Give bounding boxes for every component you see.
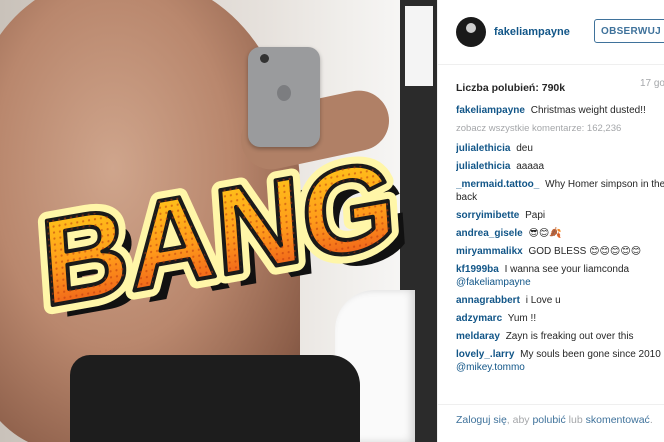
comment-text: deu	[516, 143, 533, 154]
view-all-comments-link[interactable]: zobacz wszystkie komentarze: 162,236	[456, 122, 664, 135]
login-prompt-text: .	[649, 414, 653, 426]
comment-username[interactable]: miryammalikx	[456, 246, 523, 257]
comment-text: My souls been gone since 2010	[520, 349, 661, 360]
login-prompt: Zaloguj się, aby polubić lub skomentować…	[456, 414, 656, 427]
comment-text: 😎😊🍂	[528, 228, 562, 239]
comment-username[interactable]: lovely_.larry	[456, 349, 514, 360]
comment-item: sorryimibette Papi	[456, 209, 664, 222]
likes-count[interactable]: Liczba polubień: 790k	[456, 82, 565, 94]
comment-username[interactable]: annagrabbert	[456, 295, 520, 306]
follow-button[interactable]: OBSERWUJ	[594, 19, 664, 43]
comment-text: aaaaa	[516, 161, 545, 172]
login-prompt-text: , aby	[506, 414, 533, 426]
like-link[interactable]: polubić	[532, 414, 565, 426]
post-header: fakeliampayne OBSERWUJ	[438, 0, 664, 65]
post-footer: Zaloguj się, aby polubić lub skomentować…	[438, 404, 664, 442]
comment-item: adzymarc Yum !!	[456, 312, 664, 325]
instagram-post: BANG BANG BANG BANG fakeliampayne OBSERW…	[0, 0, 664, 442]
comments-list: fakeliampayne Christmas weight dusted!! …	[456, 104, 664, 404]
comment-item: annagrabbert i Love u	[456, 294, 664, 307]
comment-text: I wanna see your liamconda	[504, 264, 630, 275]
comment-username[interactable]: andrea_gisele	[456, 228, 523, 239]
comment-username[interactable]: meldaray	[456, 331, 500, 342]
caption-username[interactable]: fakeliampayne	[456, 105, 525, 116]
comment-username[interactable]: adzymarc	[456, 313, 502, 324]
post-date[interactable]: 17 go	[640, 78, 664, 89]
caption-text: Christmas weight dusted!!	[530, 105, 646, 116]
bang-sticker: BANG BANG BANG BANG	[28, 124, 415, 344]
login-prompt-text: lub	[565, 414, 586, 426]
comment-item: miryammalikx GOD BLESS 😊😊😊😊😊	[456, 245, 664, 258]
login-link[interactable]: Zaloguj się	[456, 414, 507, 426]
comment-mention-link[interactable]: @mikey.tommo	[456, 362, 525, 373]
comment-item: _mermaid.tattoo_ Why Homer simpson in th…	[456, 178, 664, 204]
comment-item: andrea_gisele 😎😊🍂	[456, 227, 664, 240]
comment-mention-link[interactable]: @fakeliampayne	[456, 277, 531, 288]
comment-item: meldaray Zayn is freaking out over this	[456, 330, 664, 343]
comment-username[interactable]: kf1999ba	[456, 264, 499, 275]
comment-username[interactable]: sorryimibette	[456, 210, 519, 221]
comment-item: julialethicia aaaaa	[456, 160, 664, 173]
comment-text: Zayn is freaking out over this	[505, 331, 634, 342]
comment-item: kf1999ba I wanna see your liamconda @fak…	[456, 263, 664, 289]
likes-row: Liczba polubień: 790k 17 go	[456, 78, 664, 94]
post-photo[interactable]: BANG BANG BANG BANG	[0, 0, 437, 442]
comment-username[interactable]: _mermaid.tattoo_	[456, 179, 539, 190]
comment-text: i Love u	[525, 295, 561, 306]
caption: fakeliampayne Christmas weight dusted!!	[456, 104, 664, 117]
comment-item: julialethicia deu	[456, 142, 664, 155]
post-sidebar: fakeliampayne OBSERWUJ Liczba polubień: …	[437, 0, 664, 442]
header-username[interactable]: fakeliampayne	[494, 26, 570, 38]
comment-text: GOD BLESS 😊😊😊😊😊	[528, 246, 642, 257]
comment-username[interactable]: julialethicia	[456, 161, 510, 172]
comment-text: Yum !!	[507, 313, 537, 324]
avatar[interactable]	[456, 17, 486, 47]
comment-text: Papi	[525, 210, 546, 221]
comment-link[interactable]: skomentować	[586, 414, 650, 426]
comment-item: lovely_.larry My souls been gone since 2…	[456, 348, 664, 374]
comment-username[interactable]: julialethicia	[456, 143, 510, 154]
